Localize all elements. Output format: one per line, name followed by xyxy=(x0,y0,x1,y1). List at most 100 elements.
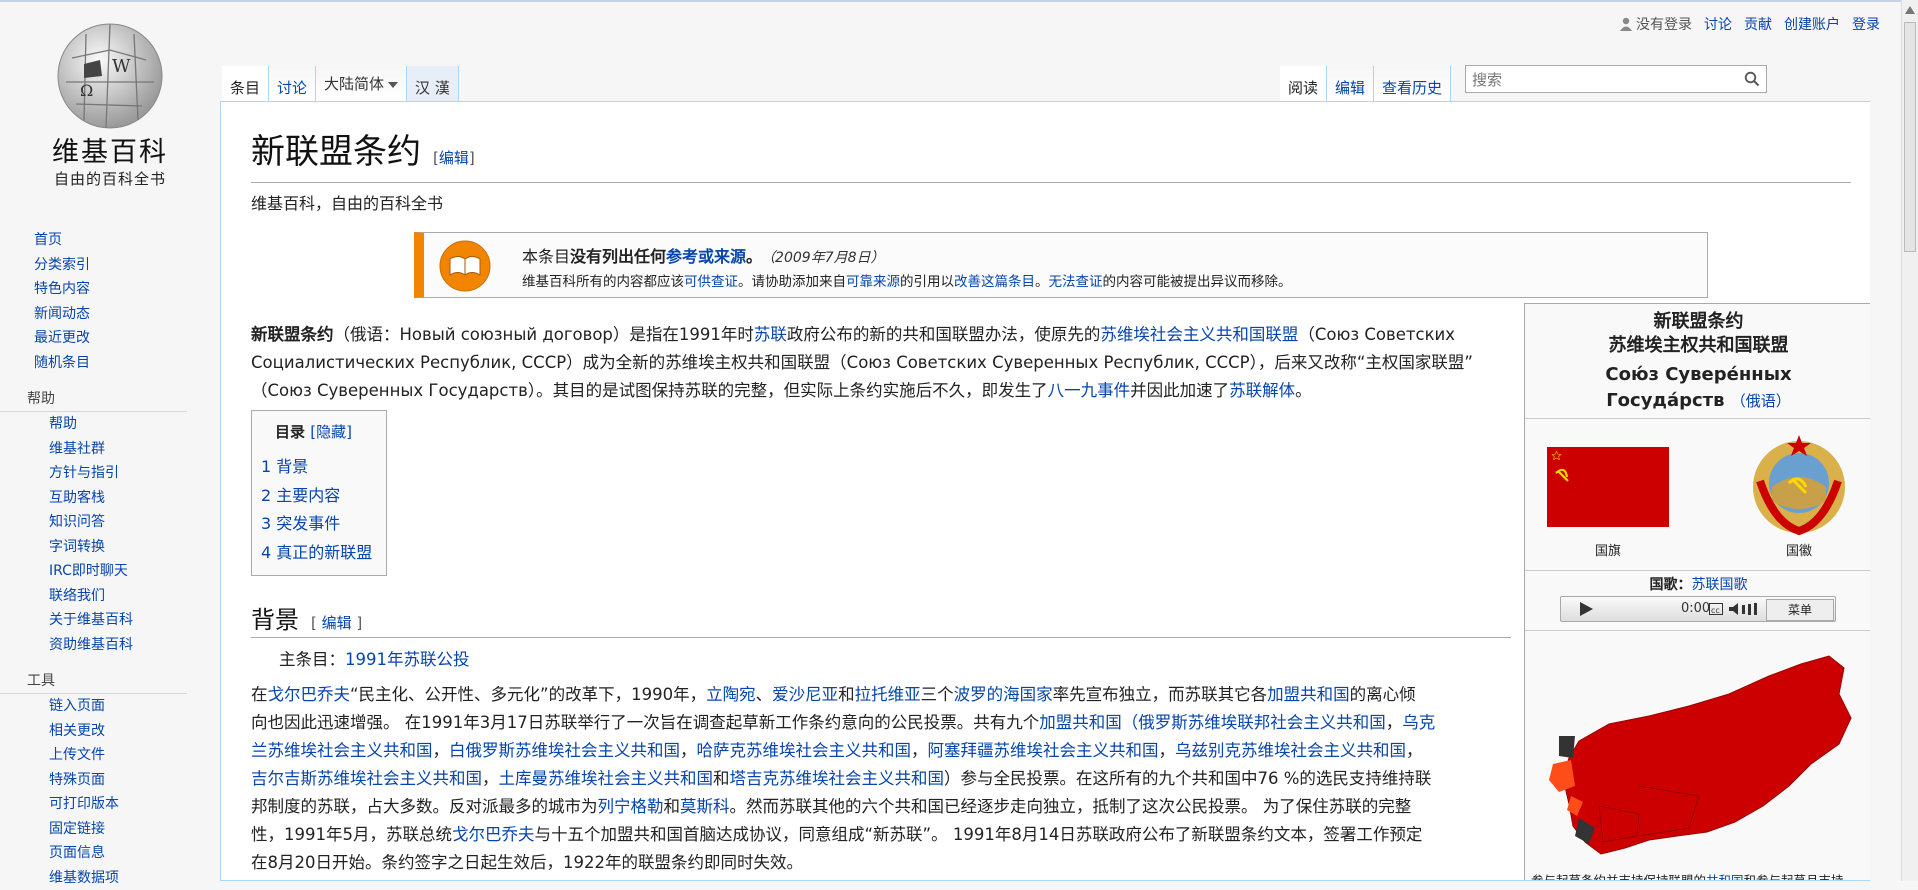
contributions-link[interactable]: 贡献 xyxy=(1744,14,1772,34)
anthem-link[interactable]: 苏联国歌 xyxy=(1692,577,1748,593)
references-link[interactable]: 参考或来源 xyxy=(666,247,746,266)
sidebar-item-donate[interactable]: 资助维基百科 xyxy=(0,633,215,658)
create-account-link[interactable]: 创建账户 xyxy=(1784,14,1840,34)
tab-talk[interactable]: 讨论 xyxy=(269,66,316,102)
sidebar-item-page-info[interactable]: 页面信息 xyxy=(0,841,215,866)
search-icon[interactable] xyxy=(1744,71,1760,87)
sidebar-item-upload[interactable]: 上传文件 xyxy=(0,743,215,768)
unreferenced-notice: 本条目没有列出任何参考或来源。（2009年7月8日） 维基百科所有的内容都应该可… xyxy=(414,232,1708,298)
play-icon[interactable] xyxy=(1579,602,1593,616)
scrollbar[interactable] xyxy=(1901,0,1918,881)
sidebar-item-help[interactable]: 帮助 xyxy=(0,412,215,437)
volume-icon[interactable] xyxy=(1729,602,1763,616)
search-input[interactable] xyxy=(1470,67,1734,93)
link-republics[interactable]: 加盟共和国 xyxy=(1039,713,1122,732)
toc-item[interactable]: 4 真正的新联盟 xyxy=(261,539,372,568)
sidebar-item-conversion[interactable]: 字词转换 xyxy=(0,535,215,560)
book-icon xyxy=(438,239,492,293)
wikipedia-logo[interactable]: W Ω 维基百科 自由的百科全书 xyxy=(30,20,190,200)
section-edit-link[interactable]: 编辑 xyxy=(322,614,352,632)
sidebar-item-special-pages[interactable]: 特殊页面 xyxy=(0,768,215,793)
link-uzbekistan[interactable]: 乌兹别克苏维埃社会主义共和国 xyxy=(1175,741,1406,760)
sidebar-item-printable[interactable]: 可打印版本 xyxy=(0,792,215,817)
link-turkmenistan[interactable]: 土库曼苏维埃社会主义共和国 xyxy=(499,769,714,788)
link-ukraine[interactable]: 兰苏维埃社会主义共和国 xyxy=(251,741,433,760)
tab-read[interactable]: 阅读 xyxy=(1280,66,1327,102)
scroll-up-icon[interactable] xyxy=(1905,6,1915,14)
link-ussr-full[interactable]: 苏维埃社会主义共和国联盟 xyxy=(1100,325,1298,344)
link-latvia[interactable]: 拉托维亚 xyxy=(855,685,921,704)
link-byelorussia[interactable]: 白俄罗斯苏维埃社会主义共和国 xyxy=(449,741,680,760)
sidebar-item-recent-changes[interactable]: 最近更改 xyxy=(0,326,215,351)
link-tajikistan[interactable]: 塔吉克苏维埃社会主义共和国 xyxy=(730,769,945,788)
link-republics[interactable]: 加盟共和国 xyxy=(1267,685,1350,704)
tab-hanhan[interactable]: 汉 漢 xyxy=(407,66,459,102)
sidebar-item-about[interactable]: 关于维基百科 xyxy=(0,608,215,633)
body-punct: ， xyxy=(1386,713,1403,732)
tab-article[interactable]: 条目 xyxy=(222,66,269,102)
link-ussr[interactable]: 苏联 xyxy=(754,325,787,344)
sidebar-item-contact[interactable]: 联络我们 xyxy=(0,584,215,609)
toc-item[interactable]: 2 主要内容 xyxy=(261,482,372,511)
login-link[interactable]: 登录 xyxy=(1852,14,1880,34)
sidebar-item-categories[interactable]: 分类索引 xyxy=(0,253,215,278)
link-kirghizia[interactable]: 吉尔吉斯苏维埃社会主义共和国 xyxy=(251,769,482,788)
page-title: 新联盟条约[编辑] xyxy=(251,130,1851,183)
toc-item[interactable]: 1 背景 xyxy=(261,453,372,482)
ussr-flag-image[interactable] xyxy=(1547,447,1669,527)
help-heading[interactable]: 帮助 xyxy=(0,387,187,412)
section-title: 背景 xyxy=(251,606,299,634)
unverifiable-link[interactable]: 无法查证 xyxy=(1049,274,1103,290)
sidebar-item-whatlinkshere[interactable]: 链入页面 xyxy=(0,694,215,719)
link-ukraine[interactable]: 乌克 xyxy=(1402,713,1435,732)
link-dissolution[interactable]: 苏联解体 xyxy=(1229,381,1295,400)
link-august-coup[interactable]: 八一九事件 xyxy=(1048,381,1131,400)
verifiability-link[interactable]: 可供查证 xyxy=(684,274,738,290)
player-menu-button[interactable]: 菜单 xyxy=(1766,599,1834,621)
talk-link[interactable]: 讨论 xyxy=(1704,14,1732,34)
russian-language-link[interactable]: （俄语） xyxy=(1731,392,1791,410)
link-estonia[interactable]: 爱沙尼亚 xyxy=(772,685,838,704)
link-leningrad[interactable]: 列宁格勒 xyxy=(598,797,664,816)
body-text: 、 xyxy=(756,685,773,704)
sidebar-item-community[interactable]: 维基社群 xyxy=(0,437,215,462)
sidebar-item-permalink[interactable]: 固定链接 xyxy=(0,817,215,842)
sidebar-item-random[interactable]: 随机条目 xyxy=(0,351,215,376)
scrollbar-thumb[interactable] xyxy=(1904,22,1916,252)
sidebar-item-wikidata[interactable]: 维基数据项 xyxy=(0,866,215,890)
map-caption-link[interactable]: 共和国 xyxy=(1706,873,1744,881)
ussr-emblem-image[interactable] xyxy=(1744,431,1854,541)
title-edit-link[interactable]: 编辑 xyxy=(439,149,469,167)
reliable-sources-link[interactable]: 可靠来源 xyxy=(846,274,900,290)
toc-item[interactable]: 3 突发事件 xyxy=(261,510,372,539)
map-caption-text: 参与起草条约并支持保持联盟的 xyxy=(1531,873,1706,881)
tools-navigation: 链入页面 相关更改 上传文件 特殊页面 可打印版本 固定链接 页面信息 维基数据… xyxy=(0,694,215,890)
notice-text: 本条目 xyxy=(522,247,570,266)
ussr-map-image[interactable] xyxy=(1539,646,1859,862)
sidebar-item-village-pump[interactable]: 互助客栈 xyxy=(0,486,215,511)
variant-dropdown[interactable]: 大陆简体 xyxy=(316,66,407,102)
tab-edit[interactable]: 编辑 xyxy=(1327,66,1374,102)
sidebar-item-home[interactable]: 首页 xyxy=(0,228,215,253)
sidebar-item-irc[interactable]: IRC即时聊天 xyxy=(0,559,215,584)
sidebar-item-qa[interactable]: 知识问答 xyxy=(0,510,215,535)
sidebar-item-policies[interactable]: 方针与指引 xyxy=(0,461,215,486)
toc-hide-toggle[interactable]: [隐藏] xyxy=(310,423,352,441)
sidebar-item-featured[interactable]: 特色内容 xyxy=(0,277,215,302)
sidebar-item-news[interactable]: 新闻动态 xyxy=(0,302,215,327)
hatnote-link[interactable]: 1991年苏联公投 xyxy=(345,650,470,669)
improve-article-link[interactable]: 改善这篇条目 xyxy=(954,274,1035,290)
tools-heading[interactable]: 工具 xyxy=(0,669,187,694)
link-lithuania[interactable]: 立陶宛 xyxy=(706,685,756,704)
link-moscow[interactable]: 莫斯科 xyxy=(680,797,730,816)
link-azerbaijan[interactable]: 阿塞拜疆苏维埃社会主义共和国 xyxy=(928,741,1159,760)
link-gorbachev[interactable]: 戈尔巴乔夫 xyxy=(268,685,351,704)
closed-captions-icon[interactable]: cc xyxy=(1709,602,1723,616)
body-line: 向也因此迅速增强。 在1991年3月17日苏联举行了一次旨在调查起草新工作条约意… xyxy=(251,709,1511,737)
link-gorbachev[interactable]: 戈尔巴乔夫 xyxy=(452,825,535,844)
tab-history[interactable]: 查看历史 xyxy=(1374,66,1451,102)
link-rsfsr[interactable]: 俄罗斯苏维埃联邦社会主义共和国 xyxy=(1138,713,1386,732)
link-kazakhstan[interactable]: 哈萨克苏维埃社会主义共和国 xyxy=(697,741,912,760)
sidebar-item-related-changes[interactable]: 相关更改 xyxy=(0,719,215,744)
link-baltic-states[interactable]: 波罗的海国家 xyxy=(954,685,1053,704)
